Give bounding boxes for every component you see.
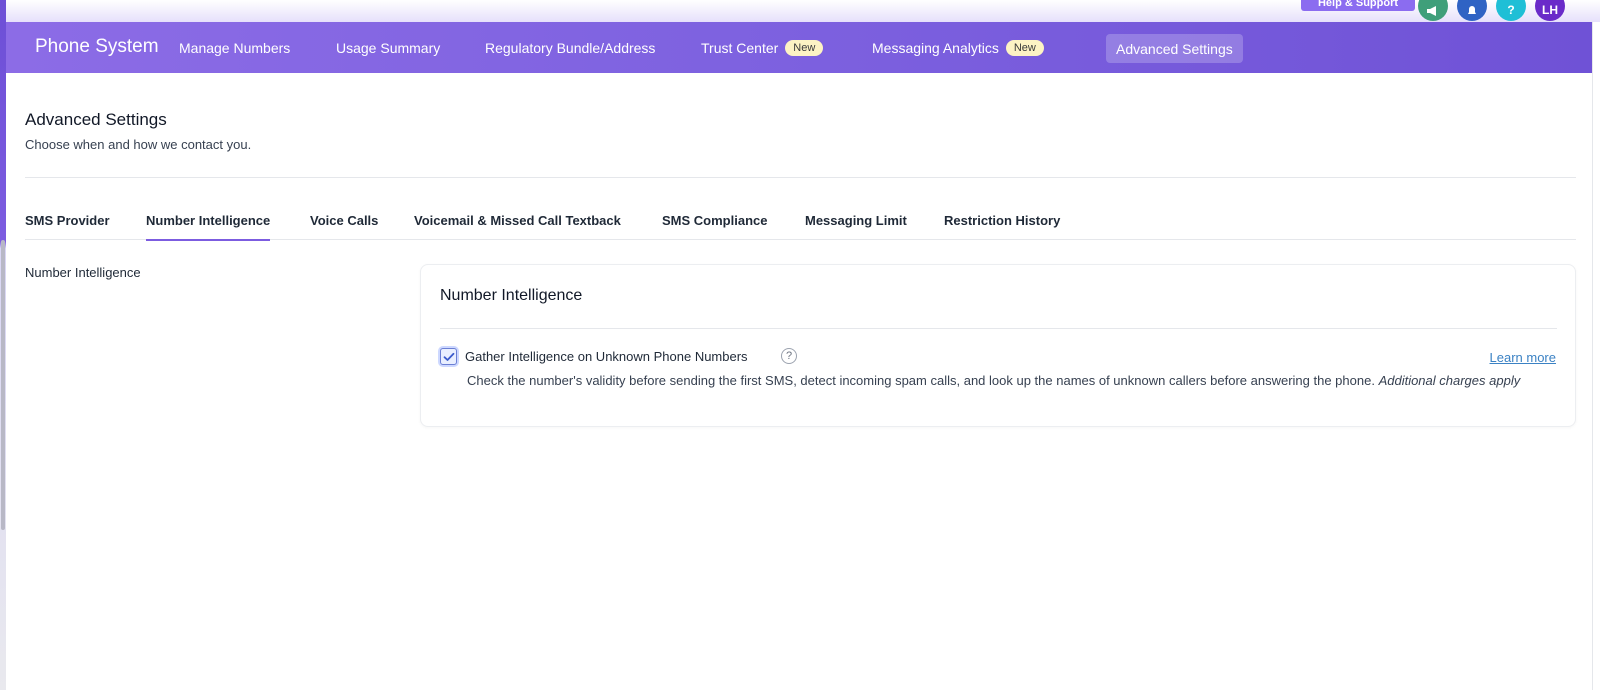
description-text: Check the number's validity before sendi… <box>467 373 1375 388</box>
learn-more-link[interactable]: Learn more <box>1490 350 1556 365</box>
gather-intelligence-checkbox[interactable] <box>440 348 457 365</box>
window-right-edge <box>1592 22 1600 690</box>
divider <box>440 328 1557 329</box>
top-utility-bar: Help & Support ? LH <box>6 0 1600 22</box>
nav-manage-numbers[interactable]: Manage Numbers <box>179 37 290 59</box>
nav-usage-summary[interactable]: Usage Summary <box>336 37 440 59</box>
tab-sms-provider[interactable]: SMS Provider <box>25 213 110 241</box>
checkmark-icon <box>443 352 454 361</box>
option-description: Check the number's validity before sendi… <box>467 371 1557 390</box>
divider <box>25 177 1576 178</box>
page-title: Advanced Settings <box>25 110 167 129</box>
nav-label: Messaging Analytics <box>872 40 999 56</box>
tab-voice-calls[interactable]: Voice Calls <box>310 213 378 241</box>
nav-regulatory-bundle[interactable]: Regulatory Bundle/Address <box>485 37 655 59</box>
page-subtitle: Choose when and how we contact you. <box>25 137 252 152</box>
tab-restriction-history[interactable]: Restriction History <box>944 213 1060 241</box>
nav-messaging-analytics[interactable]: Messaging Analytics New <box>872 37 1044 59</box>
new-badge: New <box>785 40 824 56</box>
section-side-label: Number Intelligence <box>25 265 141 280</box>
tab-messaging-limit[interactable]: Messaging Limit <box>805 213 907 241</box>
bell-icon[interactable] <box>1457 0 1487 21</box>
nav-label: Usage Summary <box>336 40 441 56</box>
brand-title: Phone System <box>35 36 159 57</box>
gather-intelligence-label: Gather Intelligence on Unknown Phone Num… <box>465 349 748 364</box>
question-icon[interactable]: ? <box>1496 0 1526 21</box>
nav-label: Advanced Settings <box>1116 40 1233 57</box>
help-circle-icon[interactable]: ? <box>781 348 797 364</box>
scrollbar[interactable] <box>1 240 5 530</box>
window-left-edge <box>0 0 6 690</box>
tab-sms-compliance[interactable]: SMS Compliance <box>662 213 767 241</box>
tab-voicemail[interactable]: Voicemail & Missed Call Textback <box>414 213 621 241</box>
nav-advanced-settings[interactable]: Advanced Settings <box>1106 34 1243 63</box>
nav-label: Trust Center <box>701 40 779 56</box>
nav-label: Manage Numbers <box>179 40 291 56</box>
nav-label: Regulatory Bundle/Address <box>485 40 656 56</box>
nav-trust-center[interactable]: Trust Center New <box>701 37 824 59</box>
megaphone-icon[interactable] <box>1418 0 1448 21</box>
avatar-initials: LH <box>1542 3 1558 17</box>
main-navbar: Phone System Manage Numbers Usage Summar… <box>6 22 1592 73</box>
new-badge: New <box>1005 40 1044 56</box>
help-support-label: Help & Support <box>1317 0 1399 9</box>
card-title: Number Intelligence <box>440 287 583 304</box>
tab-number-intelligence[interactable]: Number Intelligence <box>146 213 271 241</box>
help-support-button[interactable]: Help & Support <box>1301 0 1415 11</box>
number-intelligence-card: Number Intelligence Gather Intelligence … <box>420 264 1576 427</box>
avatar[interactable]: LH <box>1535 0 1565 21</box>
settings-tabs: SMS Provider Number Intelligence Voice C… <box>25 204 1576 241</box>
additional-charges-note: Additional charges apply <box>1378 373 1521 388</box>
